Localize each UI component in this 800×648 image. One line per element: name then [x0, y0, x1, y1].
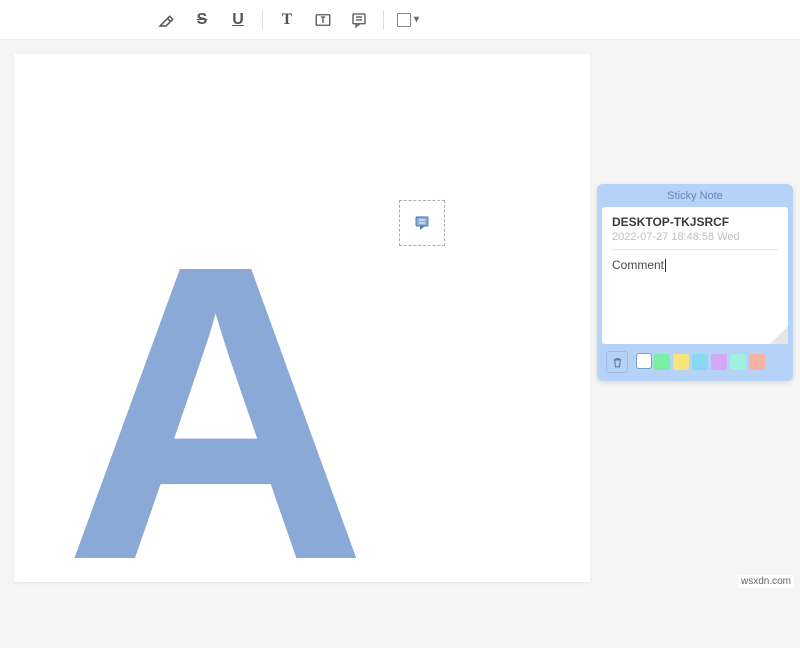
textbox-icon: [314, 11, 332, 29]
highlight-button[interactable]: [148, 2, 184, 38]
document-content-letter: A: [64, 204, 367, 624]
note-icon: [350, 11, 368, 29]
underline-button[interactable]: U: [220, 2, 256, 38]
sticky-note-title: Sticky Note: [602, 188, 788, 207]
color-swatch-2[interactable]: [673, 354, 689, 370]
toolbar-divider-1: [262, 10, 263, 30]
underline-label: U: [232, 11, 244, 29]
sticky-note-timestamp: 2022-07-27 18:48:58 Wed: [612, 231, 778, 250]
text-button[interactable]: T: [269, 2, 305, 38]
color-swatch-4[interactable]: [711, 354, 727, 370]
delete-note-button[interactable]: [606, 351, 628, 373]
highlight-icon: [157, 11, 175, 29]
annotation-marker[interactable]: [399, 200, 445, 246]
sticky-note-footer: [602, 344, 788, 376]
color-swatch-5[interactable]: [730, 354, 746, 370]
strikethrough-label: S: [197, 11, 208, 29]
text-label: T: [282, 11, 293, 29]
note-button[interactable]: [341, 2, 377, 38]
color-picker-button[interactable]: ▾: [390, 2, 426, 38]
annotation-note-icon: [412, 214, 432, 232]
sticky-note-author: DESKTOP-TKJSRCF: [612, 215, 778, 229]
watermark: wsxdn.com: [738, 575, 794, 588]
toolbar: S U T ▾: [0, 0, 800, 40]
color-swatches: [637, 354, 765, 370]
sticky-note-comment-input[interactable]: Comment: [612, 250, 778, 338]
textbox-button[interactable]: [305, 2, 341, 38]
color-swatch-3[interactable]: [692, 354, 708, 370]
trash-icon: [611, 356, 624, 369]
color-swatch-1[interactable]: [654, 354, 670, 370]
color-swatch-0[interactable]: [637, 354, 651, 368]
toolbar-divider-2: [383, 10, 384, 30]
document-area[interactable]: A: [14, 54, 590, 582]
color-swatch-6[interactable]: [749, 354, 765, 370]
color-picker-icon: [397, 13, 411, 27]
sticky-note-body: DESKTOP-TKJSRCF 2022-07-27 18:48:58 Wed …: [602, 207, 788, 344]
sticky-note-panel[interactable]: Sticky Note DESKTOP-TKJSRCF 2022-07-27 1…: [597, 184, 793, 381]
chevron-down-icon: ▾: [414, 14, 419, 25]
strikethrough-button[interactable]: S: [184, 2, 220, 38]
